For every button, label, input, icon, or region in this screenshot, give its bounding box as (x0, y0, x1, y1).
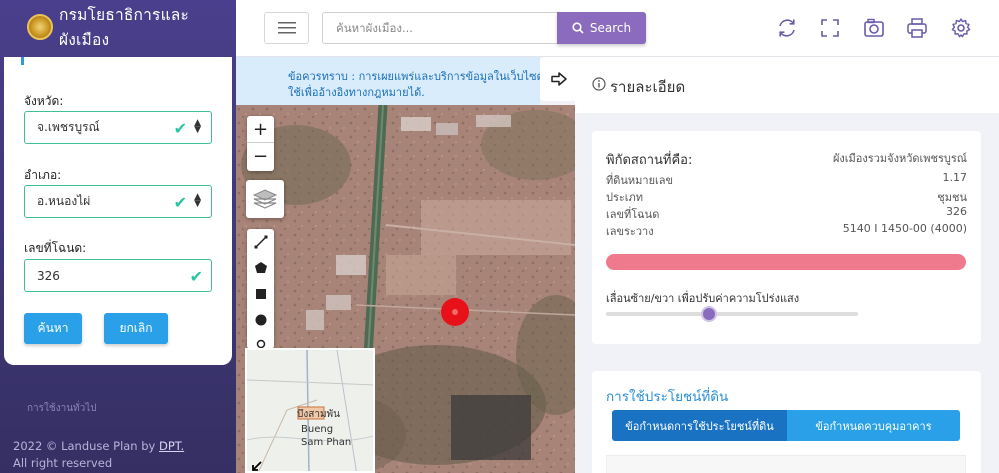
minimap-toggle-icon[interactable] (251, 460, 263, 472)
legal-notice-banner: ข้อควรทราบ : การเผยแพร่และบริการข้อมูลใน… (236, 57, 540, 105)
minimap-label-line3: Sam Phan (301, 437, 352, 448)
province-label: จังหวัด: (24, 94, 64, 108)
layers-icon (252, 189, 278, 209)
parcel-marker[interactable] (441, 298, 469, 326)
zoom-out-button[interactable]: − (247, 143, 274, 170)
footer-copyright: 2022 © Landuse Plan by DPT. (13, 439, 184, 453)
detail-key: ประเภท (606, 191, 644, 204)
detail-key: เลขที่โฉนด (606, 208, 660, 221)
search-deed-button[interactable]: ค้นหา (24, 313, 82, 344)
hamburger-icon (277, 22, 296, 34)
tab-building-control[interactable]: ข้อกำหนดควบคุมอาคาร (787, 410, 960, 441)
search-button[interactable]: Search (557, 12, 646, 44)
search-icon (572, 22, 584, 34)
detail-panel-header: รายละเอียด (575, 57, 999, 113)
landuse-title: การใช้ประโยชน์ที่ดิน (606, 389, 729, 405)
location-label: พิกัดสถานที่คือ: (606, 153, 693, 168)
minimap-label-line2: Bueng (301, 424, 334, 435)
overview-minimap[interactable]: บึงสามพัน Bueng Sam Phan (245, 348, 375, 473)
minimap-label-thai: บึงสามพัน (297, 409, 340, 420)
opacity-slider[interactable] (606, 306, 858, 322)
opacity-slider-thumb[interactable] (701, 306, 718, 322)
map-view[interactable]: + − บึงสามพัน Bueng Sam Phan (236, 105, 575, 473)
sidebar: กรมโยธาธิการและผังเมือง จังหวัด: จ.เพชรบ… (0, 0, 236, 473)
province-value: จ.เพชรบูรณ์ (37, 120, 100, 134)
search-button-label: Search (589, 21, 632, 35)
zone-color-swatch (606, 254, 966, 270)
detail-key: ที่ดินหมายเลข (606, 174, 674, 187)
brand: กรมโยธาธิการและผังเมือง (0, 0, 236, 54)
footer-rights: All right reserved (13, 456, 113, 470)
form-accent (21, 57, 24, 65)
select-arrows-icon: ▲ ▼ (194, 118, 201, 135)
panel-title: รายละเอียด (610, 78, 686, 96)
detail-value: 5140 I 1450-00 (4000) (842, 222, 967, 235)
footer-prefix: 2022 © Landuse Plan by (13, 439, 160, 453)
tab-content (606, 455, 966, 473)
tab-landuse-rules[interactable]: ข้อกำหนดการใช้ประโยชน์ที่ดิน (612, 410, 787, 441)
zoom-control: + − (247, 116, 274, 171)
detail-panel: รายละเอียด พิกัดสถานที่คือ: ผังเมืองรวมจ… (575, 57, 999, 473)
deed-number-value: 326 (37, 268, 60, 283)
deed-number-label: เลขที่โฉนด: (24, 241, 87, 255)
polygon-icon (254, 262, 267, 273)
detail-value: 1.17 (942, 171, 968, 184)
deed-number-input[interactable]: 326 ✔ (24, 259, 212, 292)
landuse-card: การใช้ประโยชน์ที่ดิน ข้อกำหนดการใช้ประโย… (592, 371, 981, 473)
app-title: กรมโยธาธิการและผังเมือง (59, 6, 189, 49)
hamburger-menu-button[interactable] (264, 12, 309, 44)
top-bar: Search (236, 0, 999, 57)
refresh-icon[interactable] (776, 17, 798, 39)
camera-icon[interactable] (863, 17, 885, 39)
notice-line-2: ใช้เพื่ออ้างอิงทางกฎหมายได้. (288, 86, 425, 99)
department-logo (27, 14, 53, 40)
district-value: อ.หนองไผ่ (37, 194, 91, 208)
valid-check-icon: ✔ (173, 119, 187, 138)
print-icon[interactable] (906, 17, 928, 39)
parcel-detail-card: พิกัดสถานที่คือ: ผังเมืองรวมจังหวัดเพชรบ… (592, 131, 981, 344)
province-select[interactable]: จ.เพชรบูรณ์ ✔ ▲ ▼ (24, 111, 212, 144)
dpt-link[interactable]: DPT. (159, 439, 184, 453)
draw-toolbar (247, 229, 274, 352)
draw-line-tool[interactable] (247, 229, 274, 255)
circle-icon (255, 314, 266, 326)
zoom-in-button[interactable]: + (247, 116, 274, 143)
valid-check-icon: ✔ (189, 267, 203, 286)
collapse-panel-button[interactable] (540, 57, 578, 101)
opacity-slider-label: เลื่อนซ้าย/ขวา เพื่อปรับค่าความโปร่งแสง (606, 292, 800, 305)
select-arrows-icon: ▲ ▼ (194, 192, 201, 209)
draw-circle-tool[interactable] (247, 307, 274, 333)
draw-polygon-tool[interactable] (247, 255, 274, 281)
detail-value: 326 (946, 205, 967, 218)
cancel-button[interactable]: ยกเลิก (104, 313, 168, 344)
general-usage-link[interactable]: การใช้งานทั่วไป (27, 401, 97, 416)
district-label: อำเภอ: (24, 168, 62, 182)
draw-rectangle-tool[interactable] (247, 281, 274, 307)
valid-check-icon: ✔ (173, 193, 187, 212)
layers-button[interactable] (246, 180, 284, 218)
detail-value: ชุมชน (937, 191, 967, 204)
settings-icon[interactable] (950, 17, 972, 39)
rectangle-icon (255, 289, 266, 299)
plan-search-input[interactable] (322, 12, 558, 44)
polyline-icon (254, 235, 267, 249)
location-value: ผังเมืองรวมจังหวัดเพชรบูรณ์ (832, 152, 967, 165)
fullscreen-icon[interactable] (819, 17, 841, 39)
arrow-right-icon (551, 72, 567, 86)
info-icon (592, 77, 606, 91)
district-select[interactable]: อ.หนองไผ่ ✔ ▲ ▼ (24, 185, 212, 218)
detail-key: เลขระวาง (606, 225, 654, 238)
deed-search-form: จังหวัด: จ.เพชรบูรณ์ ✔ ▲ ▼ อำเภอ: อ.หนองไ… (4, 57, 232, 365)
